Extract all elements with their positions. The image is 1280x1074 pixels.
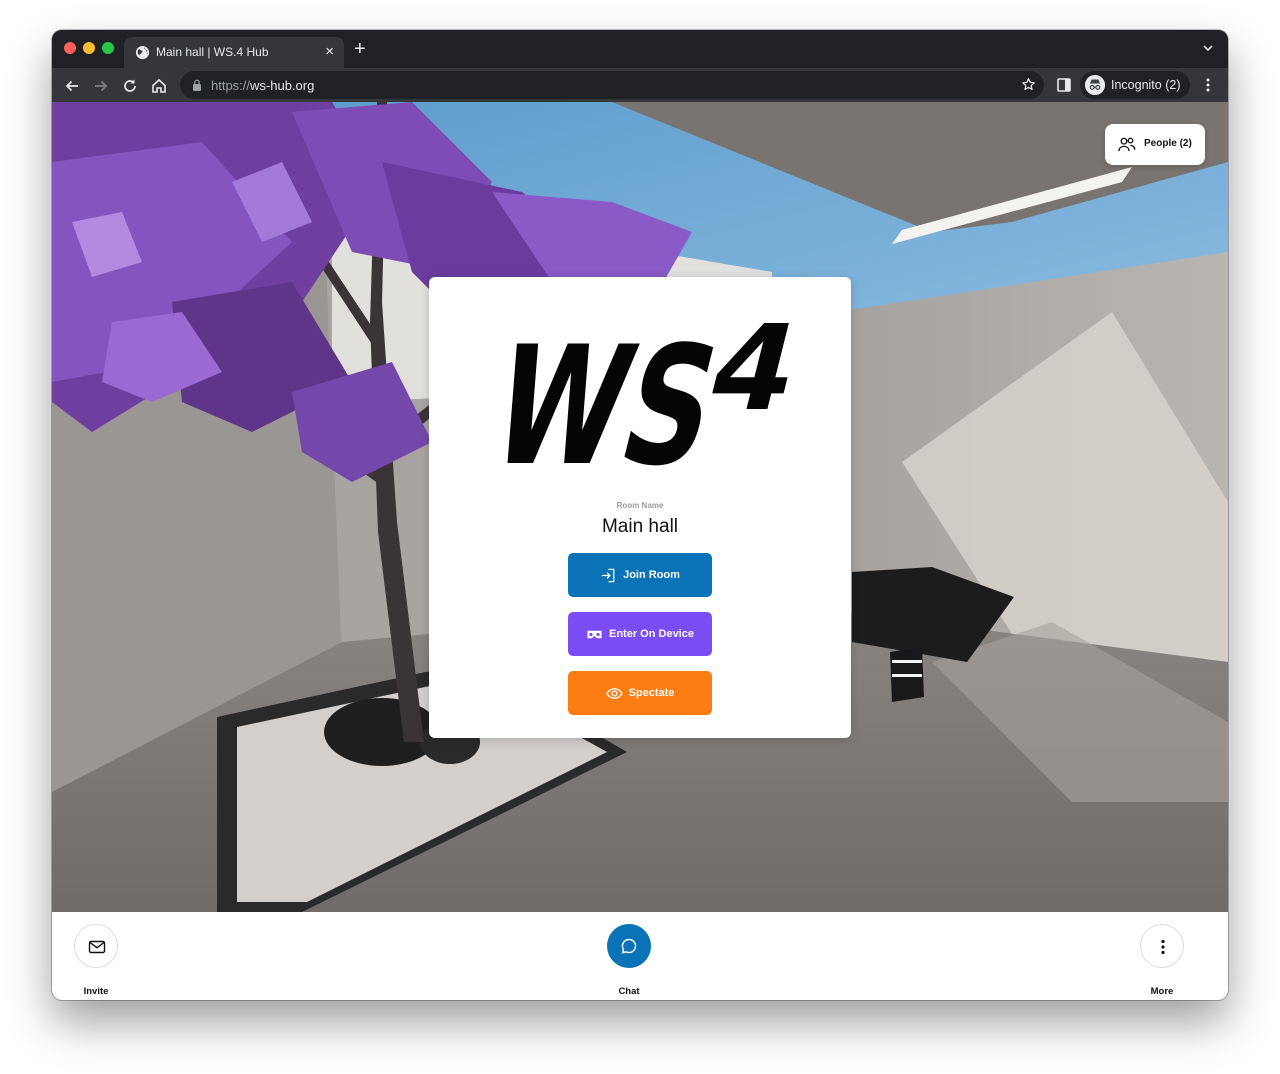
enter-on-device-button[interactable]: Enter On Device [568, 612, 712, 656]
more-label: More [1150, 986, 1174, 997]
svg-text:WS: WS [481, 313, 736, 481]
incognito-profile-button[interactable]: Incognito (2) [1080, 71, 1190, 99]
incognito-label: Incognito (2) [1111, 78, 1181, 92]
enter-icon [601, 568, 615, 582]
maximize-window-button[interactable] [102, 42, 114, 54]
chat-label: Chat [618, 986, 640, 997]
bottom-toolbar: Invite Chat More [52, 912, 1228, 1000]
back-icon[interactable] [63, 77, 81, 95]
close-window-button[interactable] [64, 42, 76, 54]
join-room-button[interactable]: Join Room [568, 553, 712, 597]
new-tab-button[interactable]: + [354, 39, 366, 59]
more-button[interactable] [1140, 924, 1184, 968]
url-text[interactable]: https://ws-hub.org [211, 78, 314, 93]
room-name-caption: Room Name [616, 501, 664, 510]
people-label: People (2) [1144, 138, 1192, 149]
scene-viewport[interactable]: People (2) WS 4 Room Name Main hall Join… [52, 102, 1228, 912]
tab-strip: Main hall | WS.4 Hub × + [52, 30, 1228, 68]
browser-menu-icon[interactable] [1205, 77, 1211, 93]
room-entry-card: WS 4 Room Name Main hall Join Room Enter… [429, 277, 851, 738]
enter-on-device-label: Enter On Device [609, 628, 694, 640]
globe-icon [135, 45, 150, 60]
lock-icon[interactable] [192, 79, 202, 91]
chat-bubble-icon [621, 938, 637, 954]
chevron-down-icon[interactable] [1202, 42, 1214, 54]
more-vertical-icon [1161, 939, 1165, 955]
spectate-button[interactable]: Spectate [568, 671, 712, 715]
minimize-window-button[interactable] [83, 42, 95, 54]
join-room-label: Join Room [623, 569, 680, 581]
url-host: ws-hub.org [250, 78, 315, 93]
bookmark-star-icon[interactable] [1021, 77, 1036, 92]
home-icon[interactable] [150, 77, 168, 95]
envelope-icon [88, 940, 106, 954]
side-panel-icon[interactable] [1057, 78, 1071, 92]
browser-window: Main hall | WS.4 Hub × + https://ws-hub.… [52, 30, 1228, 1000]
browser-toolbar: https://ws-hub.org Incognito (2) [52, 68, 1228, 102]
close-tab-icon[interactable]: × [325, 43, 334, 61]
invite-button[interactable] [74, 924, 118, 968]
chat-button[interactable] [607, 924, 651, 968]
room-name: Main hall [601, 516, 679, 537]
vr-headset-icon [587, 630, 602, 638]
eye-icon [605, 687, 623, 699]
forward-icon[interactable] [92, 77, 110, 95]
url-scheme: https:// [211, 78, 251, 93]
address-bar[interactable]: https://ws-hub.org [180, 71, 1044, 99]
incognito-icon [1085, 75, 1105, 95]
invite-label: Invite [83, 986, 109, 997]
spectate-label: Spectate [628, 687, 675, 699]
tab-title: Main hall | WS.4 Hub [156, 45, 269, 59]
reload-icon[interactable] [121, 77, 139, 95]
ws4-logo: WS 4 [481, 313, 801, 481]
people-button[interactable]: People (2) [1105, 124, 1205, 165]
browser-tab[interactable]: Main hall | WS.4 Hub × [124, 37, 344, 68]
people-icon [1118, 137, 1136, 152]
